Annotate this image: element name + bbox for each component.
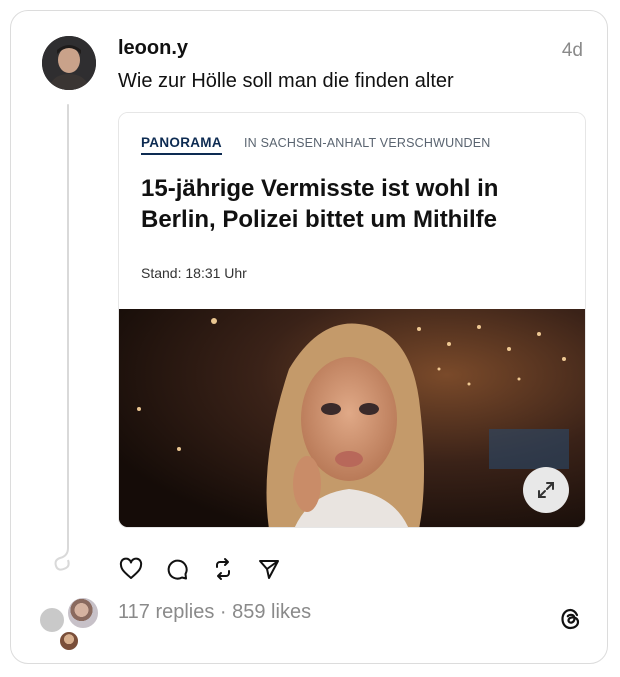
thread-line (67, 104, 69, 544)
comment-icon (167, 559, 188, 580)
article-timestamp: Stand: 18:31 Uhr (141, 265, 247, 281)
article-photo (119, 309, 585, 527)
action-bar (118, 556, 282, 582)
reply-button[interactable] (164, 556, 190, 582)
like-button[interactable] (118, 556, 144, 582)
media-attachment[interactable]: PANORAMA IN SACHSEN-ANHALT VERSCHWUNDEN … (118, 112, 586, 528)
reply-avatar (66, 596, 100, 630)
reply-avatar (38, 606, 66, 634)
repost-icon (216, 558, 230, 580)
article-headline: 15-jährige Vermisste ist wohl in Berlin,… (141, 175, 499, 233)
post-time: 4d (561, 40, 583, 61)
post-text: Wie zur Hölle soll man die finden alter (118, 70, 454, 92)
repost-button[interactable] (210, 556, 236, 582)
reply-avatars[interactable] (38, 596, 100, 652)
share-icon (259, 560, 279, 579)
share-button[interactable] (256, 556, 282, 582)
article-kicker-sub: IN SACHSEN-ANHALT VERSCHWUNDEN (244, 136, 491, 150)
expand-icon (538, 482, 554, 498)
user-avatar[interactable] (42, 36, 96, 90)
heart-icon (119, 557, 143, 579)
username[interactable]: leoon.y (118, 37, 188, 60)
expand-image-button[interactable] (523, 467, 569, 513)
engagement-stats[interactable]: 117 replies · 859 likes (118, 601, 311, 624)
threads-logo-icon[interactable] (558, 606, 584, 632)
thread-curl-icon (54, 540, 70, 571)
reply-avatar (58, 630, 80, 652)
article-kicker: PANORAMA (141, 135, 222, 155)
article-header: PANORAMA IN SACHSEN-ANHALT VERSCHWUNDEN … (119, 113, 585, 309)
